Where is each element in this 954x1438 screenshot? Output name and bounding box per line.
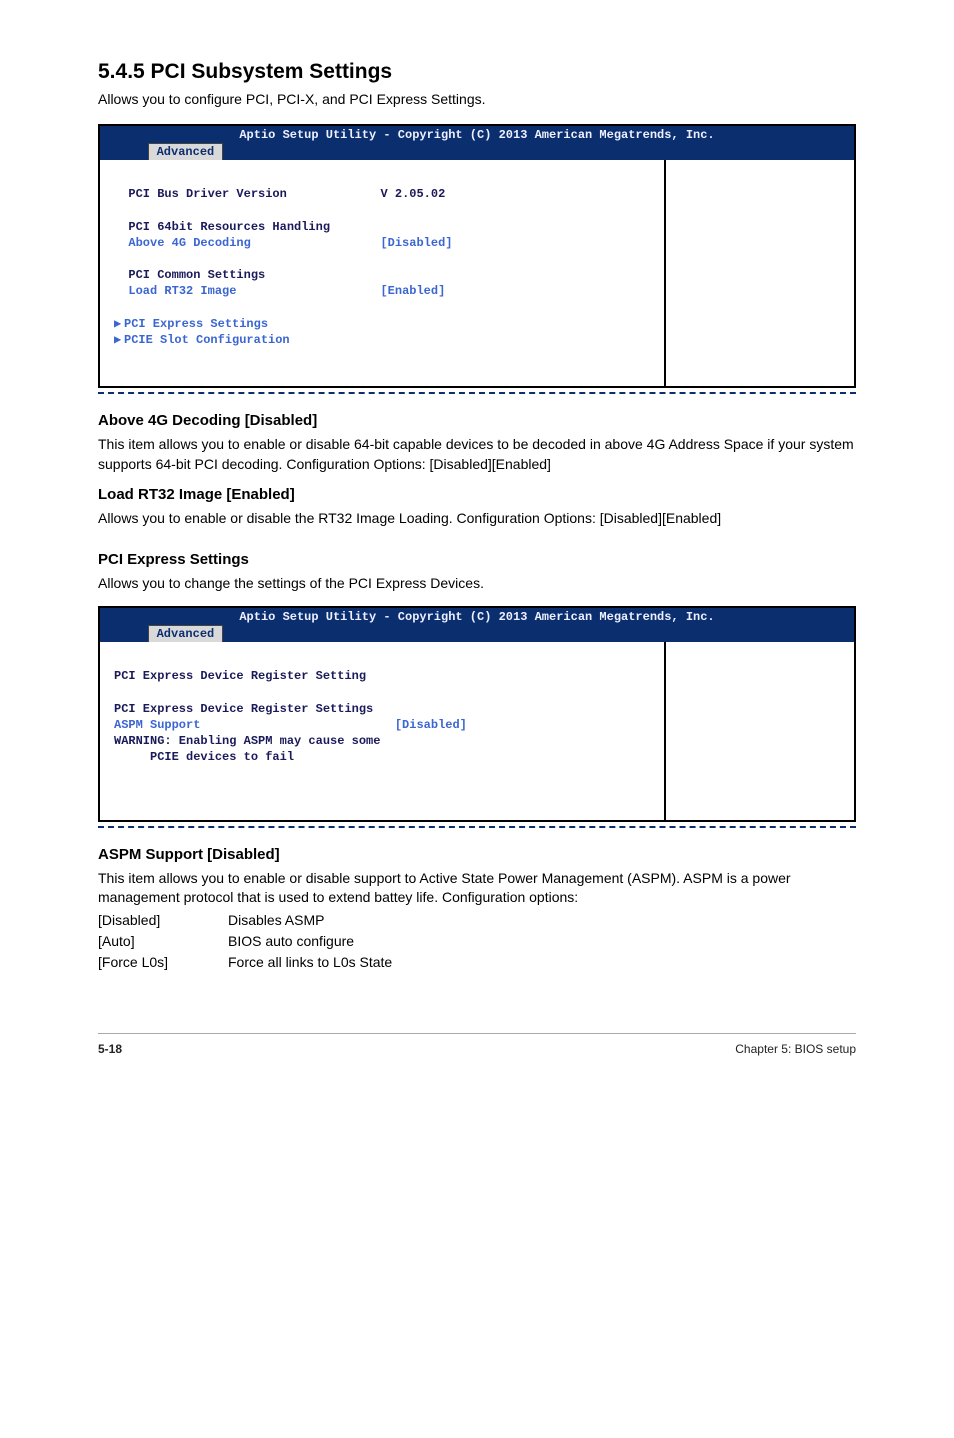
option-key: [Disabled] (98, 910, 228, 931)
option-key: [Force L0s] (98, 952, 228, 973)
bios-title: Aptio Setup Utility - Copyright (C) 2013… (100, 609, 854, 625)
bios-row-register-settings: PCI Express Device Register Settings (114, 702, 373, 716)
option-row: [Disabled] Disables ASMP (98, 910, 856, 931)
bios-row-warning-2: PCIE devices to fail (114, 750, 294, 764)
bios-row-register-setting: PCI Express Device Register Setting (114, 669, 366, 683)
bios-row-pci-version-label: PCI Bus Driver Version (128, 187, 286, 201)
bios-row-pci-express-settings[interactable]: PCI Express Settings (124, 317, 268, 331)
bios-tab-advanced[interactable]: Advanced (148, 625, 224, 642)
bios-tab-spacer (110, 625, 148, 642)
bios-left-pane: PCI Express Device Register Setting PCI … (100, 642, 666, 820)
bios-header: Aptio Setup Utility - Copyright (C) 2013… (100, 608, 854, 642)
bios-tab-spacer (110, 143, 148, 160)
option-row: [Force L0s] Force all links to L0s State (98, 952, 856, 973)
heading-above-4g: Above 4G Decoding [Disabled] (98, 412, 856, 429)
body-above-4g: This item allows you to enable or disabl… (98, 435, 856, 474)
bios-row-pcie-slot-config[interactable]: PCIE Slot Configuration (124, 333, 290, 347)
body-aspm-support: This item allows you to enable or disabl… (98, 869, 856, 908)
heading-aspm-support: ASPM Support [Disabled] (98, 846, 856, 863)
bios-row-aspm-value[interactable]: [Disabled] (395, 718, 467, 732)
bios-row-aspm-label[interactable]: ASPM Support (114, 718, 200, 732)
bios-row-64bit-label: PCI 64bit Resources Handling (128, 220, 330, 234)
bios-row-common-label: PCI Common Settings (128, 268, 265, 282)
option-value: BIOS auto configure (228, 931, 354, 952)
body-pci-express: Allows you to change the settings of the… (98, 574, 856, 594)
option-key: [Auto] (98, 931, 228, 952)
section-intro-text: Allows you to configure PCI, PCI-X, and … (98, 90, 856, 110)
section-number-title: 5.4.5 PCI Subsystem Settings (98, 60, 856, 84)
bios-header: Aptio Setup Utility - Copyright (C) 2013… (100, 126, 854, 160)
bios-tab-row: Advanced (100, 143, 854, 160)
bios-bottom-dashes (98, 826, 856, 828)
bios-row-above4g-label[interactable]: Above 4G Decoding (128, 236, 250, 250)
bios-row-loadrt32-label[interactable]: Load RT32 Image (128, 284, 236, 298)
bios-right-pane (666, 642, 854, 820)
aspm-options-table: [Disabled] Disables ASMP [Auto] BIOS aut… (98, 910, 856, 973)
bios-body: PCI Bus Driver Version V 2.05.02 PCI 64b… (100, 160, 854, 386)
heading-pci-express: PCI Express Settings (98, 551, 856, 568)
bios-title: Aptio Setup Utility - Copyright (C) 2013… (100, 127, 854, 143)
bios-right-pane (666, 160, 854, 386)
bios-panel-pci-subsystem: Aptio Setup Utility - Copyright (C) 2013… (98, 124, 856, 389)
bios-row-above4g-value[interactable]: [Disabled] (380, 236, 452, 250)
page-footer: 5-18 Chapter 5: BIOS setup (98, 1033, 856, 1056)
submenu-arrow-icon: ▶ (114, 332, 124, 348)
bios-left-pane: PCI Bus Driver Version V 2.05.02 PCI 64b… (100, 160, 666, 386)
option-value: Disables ASMP (228, 910, 324, 931)
bios-tab-row: Advanced (100, 625, 854, 642)
footer-chapter: Chapter 5: BIOS setup (735, 1042, 856, 1056)
bios-row-warning-1: WARNING: Enabling ASPM may cause some (114, 734, 380, 748)
bios-row-pci-version-value: V 2.05.02 (380, 187, 445, 201)
bios-row-loadrt32-value[interactable]: [Enabled] (380, 284, 445, 298)
body-load-rt32: Allows you to enable or disable the RT32… (98, 509, 856, 529)
bios-panel-pci-express: Aptio Setup Utility - Copyright (C) 2013… (98, 606, 856, 822)
option-row: [Auto] BIOS auto configure (98, 931, 856, 952)
bios-tab-advanced[interactable]: Advanced (148, 143, 224, 160)
bios-body: PCI Express Device Register Setting PCI … (100, 642, 854, 820)
heading-load-rt32: Load RT32 Image [Enabled] (98, 486, 856, 503)
submenu-arrow-icon: ▶ (114, 316, 124, 332)
bios-bottom-dashes (98, 392, 856, 394)
footer-page-number: 5-18 (98, 1042, 122, 1056)
option-value: Force all links to L0s State (228, 952, 392, 973)
